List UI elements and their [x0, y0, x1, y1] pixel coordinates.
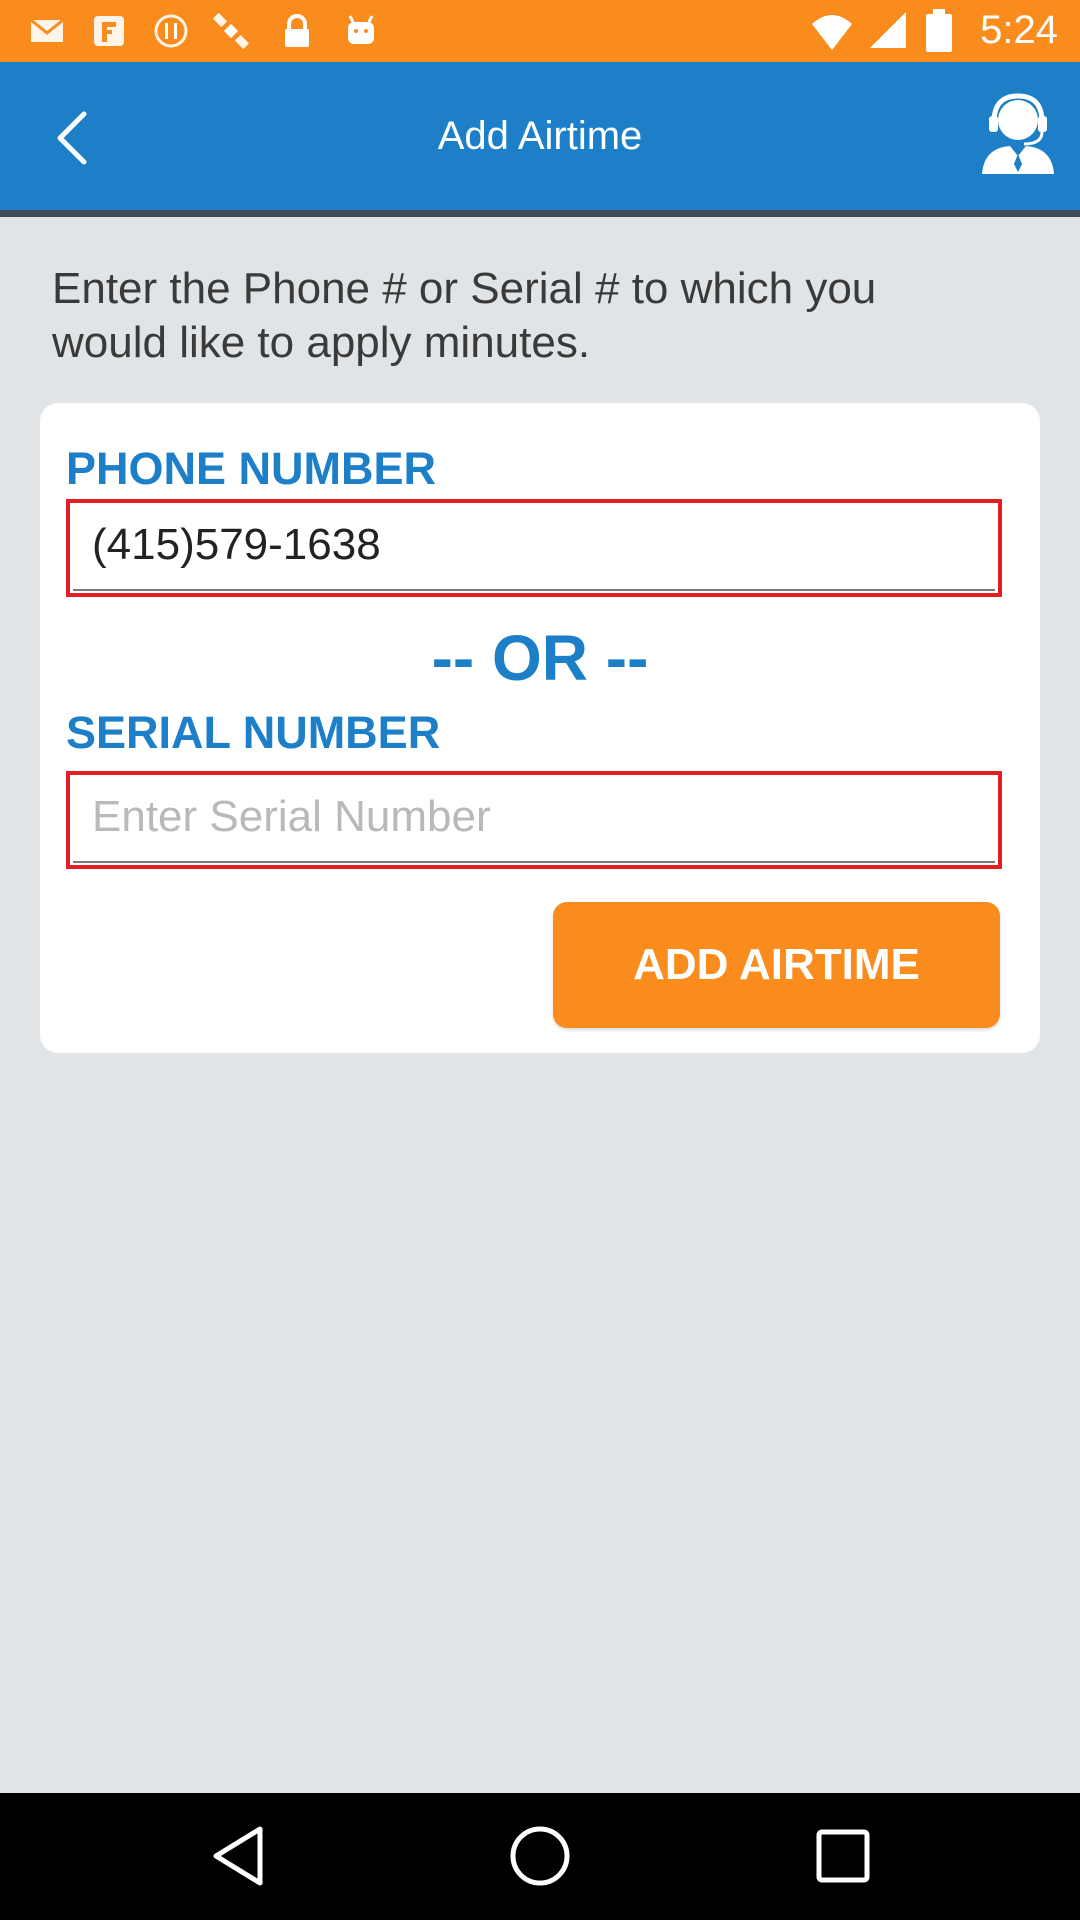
or-divider: -- OR --: [431, 622, 649, 694]
serial-number-label: SERIAL NUMBER: [66, 707, 441, 758]
recents-square-icon[interactable]: [810, 1823, 876, 1889]
alert-icon: [152, 12, 190, 50]
status-bar: 5:24: [0, 0, 1080, 62]
android-icon: [342, 12, 380, 50]
customer-support-icon: [980, 93, 1056, 178]
customer-support-button[interactable]: [980, 92, 1056, 174]
serial-number-input[interactable]: [70, 792, 998, 848]
phone-number-input[interactable]: [70, 520, 998, 576]
airtime-form-card: PHONE NUMBER -- OR -- SERIAL NUMBER ADD …: [40, 403, 1040, 1053]
app-bar: Add Airtime: [0, 62, 1080, 210]
signal-icon: [866, 8, 910, 52]
phone-number-label: PHONE NUMBER: [66, 443, 437, 494]
add-airtime-button[interactable]: ADD AIRTIME: [553, 902, 1000, 1028]
instructions-text: Enter the Phone # or Serial # to which y…: [52, 264, 877, 367]
lock-icon: [278, 12, 316, 50]
home-circle-icon[interactable]: [507, 1823, 573, 1889]
battery-icon: [924, 8, 954, 54]
back-triangle-icon[interactable]: [206, 1823, 272, 1889]
fake-gps-icon: [90, 12, 128, 50]
wifi-icon: [810, 10, 854, 54]
system-nav-bar: [0, 1793, 1080, 1920]
serial-number-field-container: [66, 771, 1002, 869]
status-time: 5:24: [980, 8, 1058, 52]
satellite-icon: [212, 12, 250, 50]
mail-icon: [28, 12, 66, 50]
app-bar-divider: [0, 210, 1080, 217]
phone-number-field-container: [66, 499, 1002, 597]
page-title: Add Airtime: [437, 114, 643, 158]
